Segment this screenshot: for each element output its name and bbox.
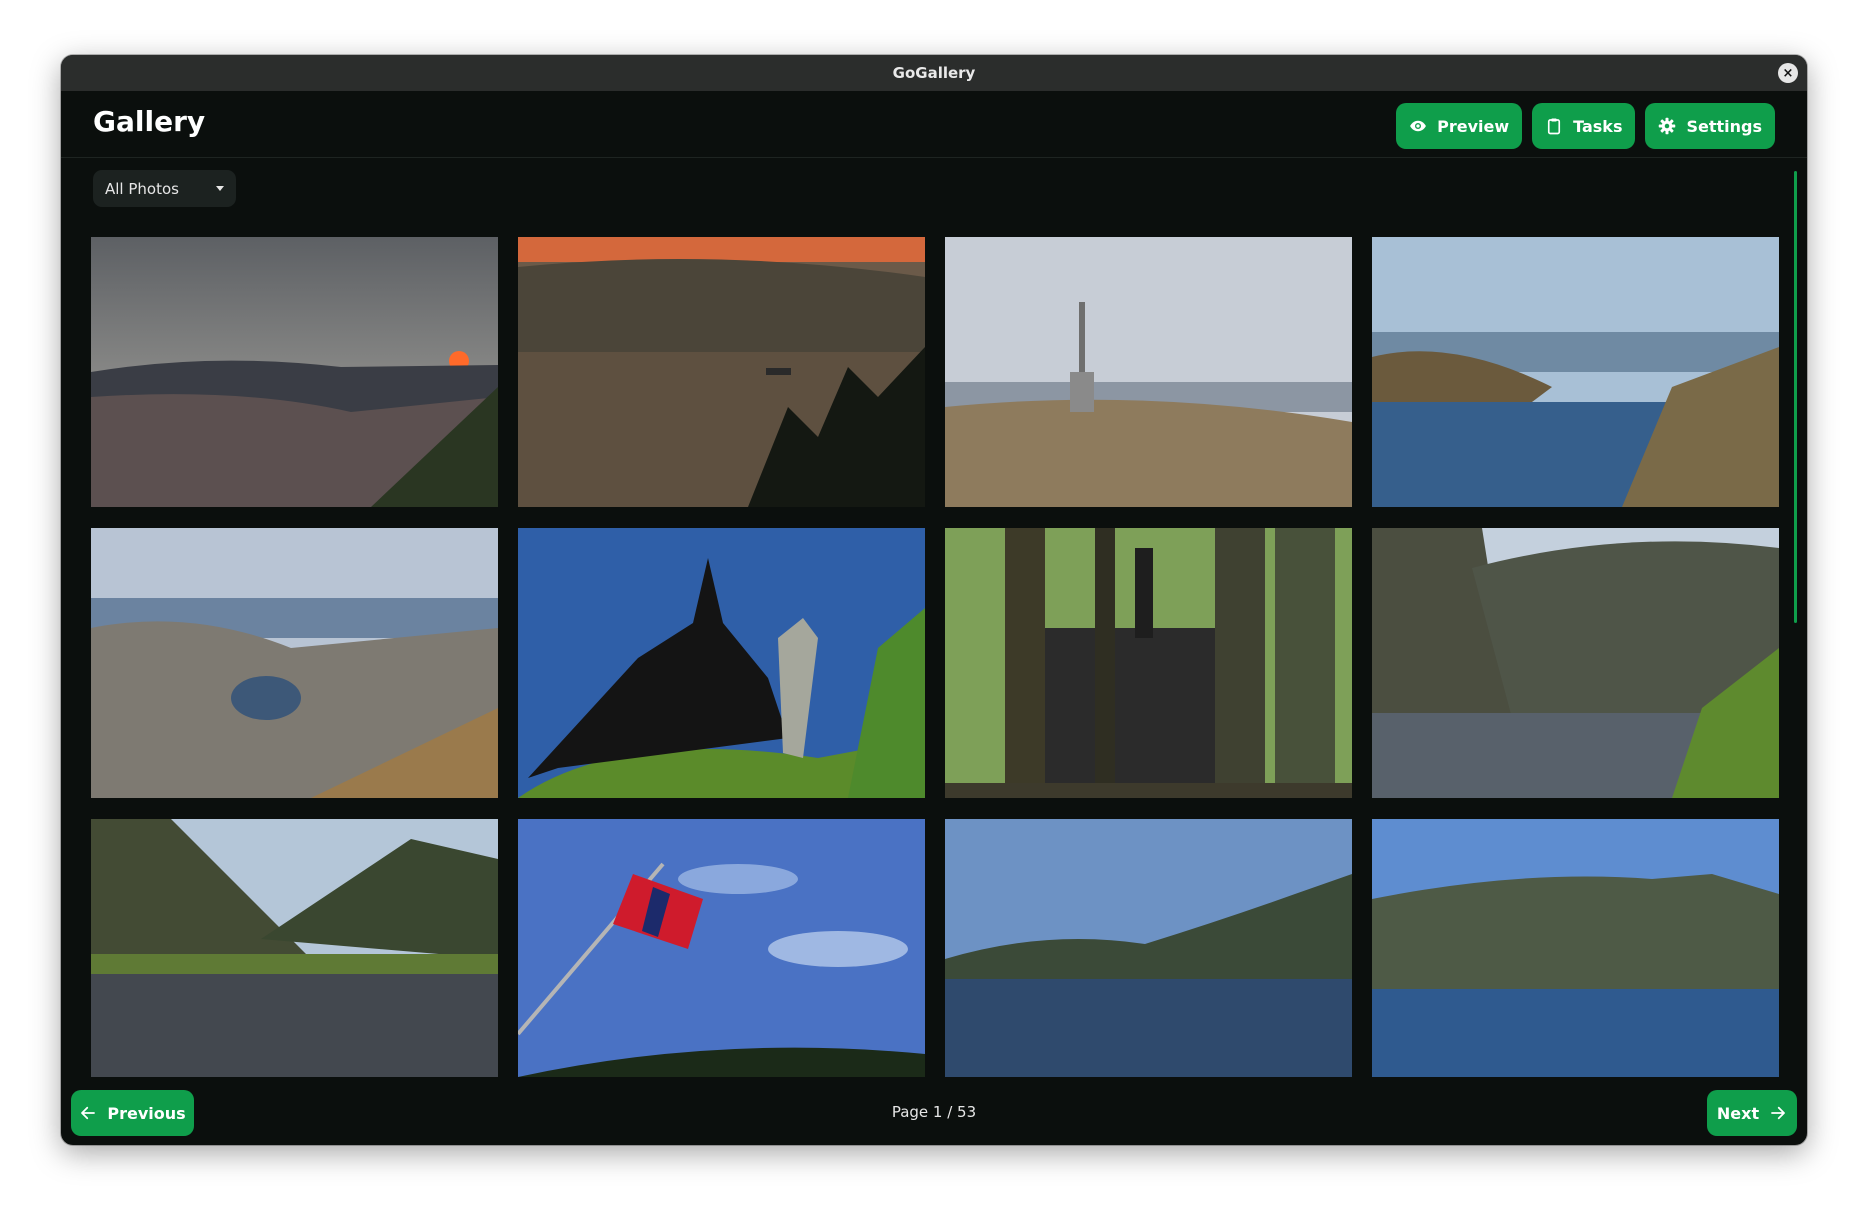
scrollbar[interactable] [1794, 171, 1797, 623]
album-filter-value: All Photos [105, 179, 179, 198]
photo-thumbnail[interactable] [945, 819, 1352, 1077]
photo-thumbnail[interactable] [91, 528, 498, 798]
photo-thumbnail[interactable] [1372, 237, 1779, 507]
photo-thumbnail[interactable] [518, 528, 925, 798]
tasks-label: Tasks [1573, 116, 1623, 136]
chevron-down-icon [216, 186, 224, 191]
photo-thumbnail[interactable] [945, 237, 1352, 507]
photo-thumbnail[interactable] [91, 819, 498, 1077]
photo-thumbnail[interactable] [518, 819, 925, 1077]
next-label: Next [1716, 1103, 1760, 1123]
gear-icon [1658, 117, 1676, 135]
next-page-button[interactable]: Next [1707, 1090, 1797, 1136]
photo-thumbnail[interactable] [1372, 819, 1779, 1077]
header-actions: Preview Tasks Settings [1396, 103, 1775, 149]
tasks-button[interactable]: Tasks [1532, 103, 1636, 149]
header: Gallery Preview Tasks Settings [61, 91, 1807, 158]
app-window: GoGallery × Gallery Preview Tasks Settin… [61, 55, 1807, 1145]
photo-thumbnail[interactable] [91, 237, 498, 507]
close-button[interactable]: × [1778, 63, 1798, 83]
clipboard-icon [1545, 117, 1563, 135]
arrow-right-icon [1769, 1104, 1787, 1122]
photo-thumbnail[interactable] [1372, 528, 1779, 798]
page-title: Gallery [93, 105, 206, 138]
album-filter-select[interactable]: All Photos [93, 170, 236, 207]
page-indicator: Page 1 / 53 [891, 1103, 977, 1121]
eye-icon [1409, 117, 1427, 135]
close-icon: × [1782, 65, 1794, 81]
title-bar: GoGallery × [61, 55, 1807, 91]
preview-button[interactable]: Preview [1396, 103, 1523, 149]
photo-thumbnail[interactable] [518, 237, 925, 507]
photo-thumbnail[interactable] [945, 528, 1352, 798]
photo-grid [91, 237, 1779, 1077]
settings-label: Settings [1686, 116, 1762, 136]
preview-label: Preview [1437, 116, 1510, 136]
settings-button[interactable]: Settings [1645, 103, 1775, 149]
window-title: GoGallery [892, 64, 976, 82]
